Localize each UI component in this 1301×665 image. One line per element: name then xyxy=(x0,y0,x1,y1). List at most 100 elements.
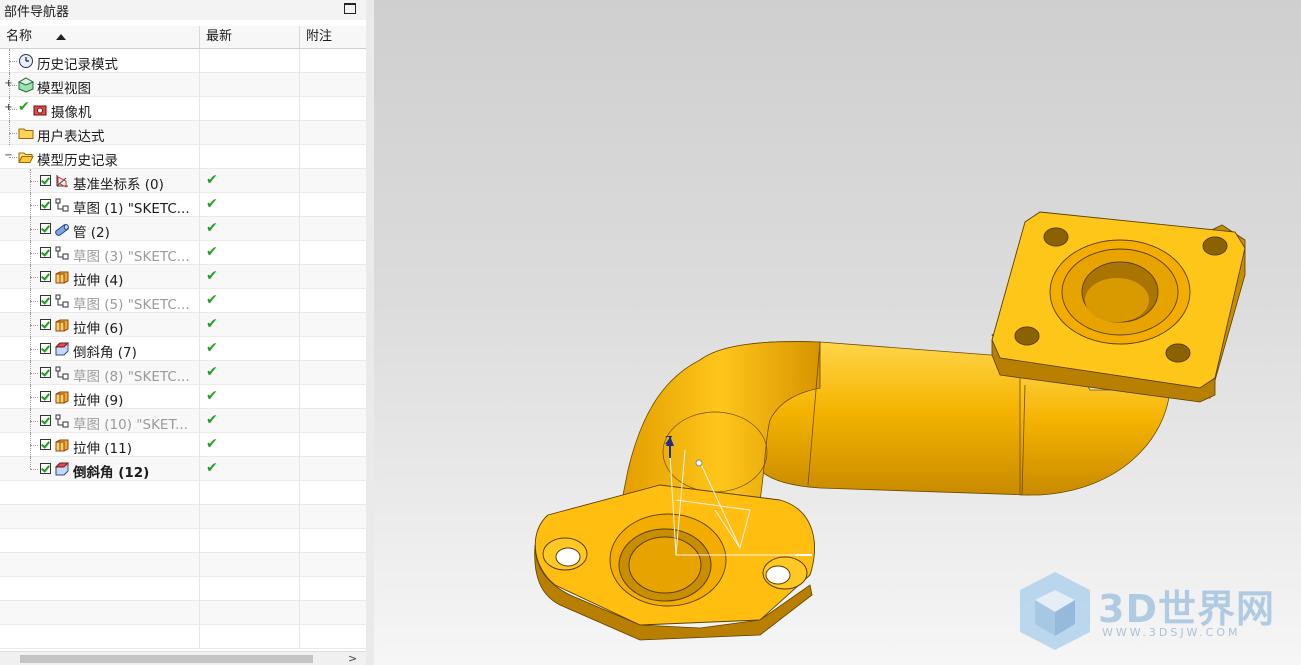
visibility-checkbox[interactable] xyxy=(40,199,51,210)
tree-node-label: 拉伸 (6) xyxy=(73,321,124,337)
extrude-icon xyxy=(54,389,70,405)
tree-node[interactable]: 管 (2) ✔ xyxy=(0,217,366,241)
empty-row xyxy=(0,601,366,625)
tree-connector xyxy=(30,229,38,230)
up-to-date-check-icon: ✔ xyxy=(206,364,218,380)
column-name-header[interactable]: 名称 xyxy=(0,26,199,48)
empty-row xyxy=(0,553,366,577)
column-notes-header[interactable]: 附注 xyxy=(300,26,366,48)
visibility-checkbox[interactable] xyxy=(40,415,51,426)
column-header: 名称 最新 附注 xyxy=(0,26,366,49)
sketch-icon xyxy=(54,197,70,213)
tree-connector xyxy=(30,457,31,469)
visibility-checkbox[interactable] xyxy=(40,223,51,234)
up-to-date-check-icon: ✔ xyxy=(206,412,218,428)
tree-connector xyxy=(30,205,38,206)
tree-node-label: 拉伸 (4) xyxy=(73,273,124,289)
tube-icon xyxy=(54,221,70,237)
model-render[interactable]: Z xyxy=(374,0,1301,665)
tree-node-label: 拉伸 (11) xyxy=(73,441,133,457)
watermark-logo-icon xyxy=(1020,572,1090,650)
visibility-checkbox[interactable] xyxy=(40,343,51,354)
watermark-url: WWW.3DSJW.COM xyxy=(1102,626,1241,639)
navigator-title: 部件导航器 xyxy=(4,5,70,20)
column-latest-header[interactable]: 最新 xyxy=(200,26,299,48)
visibility-checkbox[interactable] xyxy=(40,175,51,186)
tree-node[interactable]: 拉伸 (11) ✔ xyxy=(0,433,366,457)
panel-splitter[interactable] xyxy=(366,0,374,665)
tree-node-label: 拉伸 (9) xyxy=(73,393,124,409)
visibility-checkbox[interactable] xyxy=(40,247,51,258)
tree-node[interactable]: 草图 (8) "SKETC... ✔ xyxy=(0,361,366,385)
tree-node-label: 用户表达式 xyxy=(37,129,105,145)
tree-node[interactable]: 草图 (10) "SKET... ✔ xyxy=(0,409,366,433)
tree-node[interactable]: 倒斜角 (7) ✔ xyxy=(0,337,366,361)
expand-icon[interactable]: + xyxy=(4,103,13,113)
tree-node[interactable]: 草图 (5) "SKETC... ✔ xyxy=(0,289,366,313)
tree-node[interactable]: 基准坐标系 (0) ✔ xyxy=(0,169,366,193)
tree-connector xyxy=(30,373,38,374)
tree-connector xyxy=(30,421,38,422)
extrude-icon xyxy=(54,437,70,453)
tree-node[interactable]: 倒斜角 (12) ✔ xyxy=(0,457,366,481)
tree-node-label: 管 (2) xyxy=(73,225,110,241)
visibility-checkbox[interactable] xyxy=(40,295,51,306)
tree-connector xyxy=(30,397,38,398)
up-to-date-check-icon: ✔ xyxy=(206,220,218,236)
tree-node[interactable]: 用户表达式 xyxy=(0,121,366,145)
extrude-icon xyxy=(54,269,70,285)
visibility-checkbox[interactable] xyxy=(40,439,51,450)
tree-node[interactable]: 草图 (3) "SKETC... ✔ xyxy=(0,241,366,265)
expand-icon[interactable]: + xyxy=(4,79,13,89)
up-to-date-check-icon: ✔ xyxy=(206,460,218,476)
tree-connector xyxy=(30,349,38,350)
tree-node[interactable]: + 模型视图 xyxy=(0,73,366,97)
tree-node[interactable]: + ✔ 摄像机 xyxy=(0,97,366,121)
tree-connector xyxy=(9,49,10,73)
chamfer-icon xyxy=(54,461,70,477)
visibility-checkbox[interactable] xyxy=(40,319,51,330)
tree-node[interactable]: 拉伸 (6) ✔ xyxy=(0,313,366,337)
navigator-title-bar: 部件导航器 xyxy=(0,0,366,20)
check-icon: ✔ xyxy=(18,99,30,115)
folder-open-icon xyxy=(18,149,34,165)
visibility-checkbox[interactable] xyxy=(40,391,51,402)
maximize-icon[interactable] xyxy=(344,3,356,14)
empty-row xyxy=(0,481,366,505)
watermark-text: 3D世界网 xyxy=(1098,587,1275,631)
part-navigator-panel: 部件导航器 名称 最新 附注 历史记录模式 + 模型视图 + ✔ 摄像机 用户表达式 − 模型历… xyxy=(0,0,367,665)
tree-node-label: 草图 (10) "SKET... xyxy=(73,417,188,433)
empty-row xyxy=(0,505,366,529)
tree-node[interactable]: 拉伸 (9) ✔ xyxy=(0,385,366,409)
z-axis-label: Z xyxy=(665,434,673,447)
extrude-icon xyxy=(54,317,70,333)
sketch-icon xyxy=(54,365,70,381)
tree-node-label: 基准坐标系 (0) xyxy=(73,177,164,193)
tree-node-label: 倒斜角 (7) xyxy=(73,345,137,361)
empty-row xyxy=(0,529,366,553)
camera-icon xyxy=(32,101,48,117)
tree-node-label: 草图 (5) "SKETC... xyxy=(73,297,190,313)
tree-connector xyxy=(30,325,38,326)
collapse-icon[interactable]: − xyxy=(4,151,13,161)
horizontal-scrollbar[interactable]: > xyxy=(0,651,366,665)
scrollbar-thumb[interactable] xyxy=(20,655,313,663)
tree-node[interactable]: 草图 (1) "SKETC... ✔ xyxy=(0,193,366,217)
tree-node-label: 草图 (8) "SKETC... xyxy=(73,369,190,385)
tree-node[interactable]: 历史记录模式 xyxy=(0,49,366,73)
tree-connector xyxy=(30,301,38,302)
scroll-right-icon[interactable]: > xyxy=(348,652,357,665)
sketch-icon xyxy=(54,293,70,309)
tree-connector xyxy=(30,181,38,182)
visibility-checkbox[interactable] xyxy=(40,367,51,378)
tree-node[interactable]: − 模型历史记录 xyxy=(0,145,366,169)
tree-connector xyxy=(9,133,17,134)
visibility-checkbox[interactable] xyxy=(40,463,51,474)
model-views-icon xyxy=(17,77,35,93)
clock-icon xyxy=(18,53,34,69)
graphics-viewport[interactable]: Z xyxy=(374,0,1301,665)
visibility-checkbox[interactable] xyxy=(40,271,51,282)
tree-node[interactable]: 拉伸 (4) ✔ xyxy=(0,265,366,289)
up-to-date-check-icon: ✔ xyxy=(206,196,218,212)
tree-connector xyxy=(30,469,38,470)
